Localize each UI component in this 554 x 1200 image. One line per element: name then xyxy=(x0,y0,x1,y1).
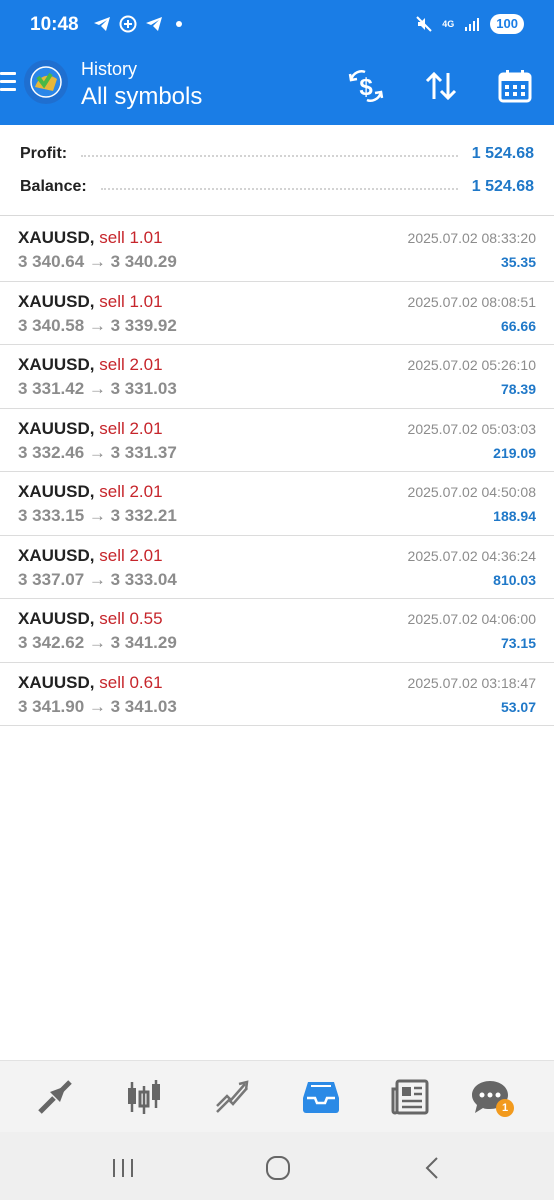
deal-row[interactable]: XAUUSD, sell 0.61 3 341.90 → 3 341.03 20… xyxy=(0,663,554,726)
deal-time: 2025.07.02 05:03:03 xyxy=(407,420,536,437)
deal-prices: 3 340.58 → 3 339.92 xyxy=(18,315,177,335)
signal-icon xyxy=(462,14,482,34)
deal-row[interactable]: XAUUSD, sell 1.01 3 340.64 → 3 340.29 20… xyxy=(0,218,554,282)
deal-prices: 3 341.90 → 3 341.03 xyxy=(18,696,177,716)
deal-profit: 188.94 xyxy=(493,508,536,524)
deal-profit: 53.07 xyxy=(500,698,536,715)
history-icon[interactable] xyxy=(301,1077,341,1117)
deal-side: sell 1.01 xyxy=(99,291,163,311)
deal-time: 2025.07.02 08:08:51 xyxy=(407,293,536,310)
system-icons: 4G 100 xyxy=(414,14,524,34)
leader-dots xyxy=(81,155,458,157)
news-icon[interactable] xyxy=(390,1077,430,1117)
deal-symbol: XAUUSD, xyxy=(18,609,95,628)
deal-time: 2025.07.02 04:06:00 xyxy=(407,611,536,627)
deal-side: sell 2.01 xyxy=(99,418,163,438)
deal-time: 2025.07.02 05:26:10 xyxy=(407,357,536,373)
sort-icon[interactable] xyxy=(421,66,461,106)
account-summary: Profit: 1 524.68 Balance: 1 524.68 xyxy=(0,125,554,216)
deal-side: sell 1.01 xyxy=(99,228,163,247)
deal-time: 2025.07.02 04:50:08 xyxy=(407,484,536,500)
vpn-icon xyxy=(118,14,138,34)
deal-row[interactable]: XAUUSD, sell 2.01 3 333.15 → 3 332.21 20… xyxy=(0,472,554,536)
deal-prices: 3 331.42 → 3 331.03 xyxy=(18,379,177,398)
balance-row: Balance: 1 524.68 xyxy=(20,175,534,199)
quotes-icon[interactable] xyxy=(35,1077,75,1117)
deal-symbol: XAUUSD, xyxy=(18,291,95,311)
deal-time: 2025.07.02 08:33:20 xyxy=(407,230,536,246)
deal-symbol: XAUUSD, xyxy=(18,672,95,692)
deal-side: sell 0.55 xyxy=(99,609,163,628)
more-notifications-dot xyxy=(176,21,182,27)
balance-label: Balance: xyxy=(20,178,87,195)
deal-time: 2025.07.02 04:36:24 xyxy=(407,547,536,564)
deal-profit: 73.15 xyxy=(500,635,536,651)
app-bar: History All symbols $ xyxy=(0,52,554,125)
deal-symbol: XAUUSD, xyxy=(18,228,95,247)
deal-profit: 78.39 xyxy=(500,381,536,397)
balance-value: 1 524.68 xyxy=(471,178,534,195)
deal-symbol: XAUUSD, xyxy=(18,545,95,565)
deal-side: sell 2.01 xyxy=(99,545,163,565)
deal-row[interactable]: XAUUSD, sell 1.01 3 340.58 → 3 339.92 20… xyxy=(0,282,554,345)
bottom-nav: 1 xyxy=(0,1060,554,1132)
deal-symbol: XAUUSD, xyxy=(18,482,95,501)
deal-profit: 219.09 xyxy=(493,444,536,461)
app-logo[interactable] xyxy=(24,60,68,104)
chat-icon[interactable]: 1 xyxy=(470,1077,514,1117)
deal-side: sell 0.61 xyxy=(99,672,163,692)
calendar-icon[interactable] xyxy=(495,66,535,106)
notification-icons xyxy=(92,14,182,34)
deal-time: 2025.07.02 03:18:47 xyxy=(407,674,536,691)
recent-apps-icon[interactable] xyxy=(108,1154,138,1182)
section-title: History xyxy=(81,59,138,79)
deal-symbol: XAUUSD, xyxy=(18,355,95,374)
deal-row[interactable]: XAUUSD, sell 2.01 3 331.42 → 3 331.03 20… xyxy=(0,345,554,409)
deal-profit: 66.66 xyxy=(500,317,536,334)
chat-badge: 1 xyxy=(496,1099,514,1117)
mute-icon xyxy=(414,14,434,34)
profit-value: 1 524.68 xyxy=(471,145,534,162)
telegram-icon xyxy=(144,14,164,34)
deal-side: sell 2.01 xyxy=(99,482,163,501)
status-time: 10:48 xyxy=(30,14,79,35)
symbol-filter[interactable]: All symbols xyxy=(81,83,202,111)
deal-profit: 810.03 xyxy=(493,571,536,588)
battery-level: 100 xyxy=(490,14,524,34)
deal-side: sell 2.01 xyxy=(99,355,163,374)
profit-row: Profit: 1 524.68 xyxy=(20,142,534,166)
deal-prices: 3 333.15 → 3 332.21 xyxy=(18,506,177,525)
deal-profit: 35.35 xyxy=(500,254,536,270)
deal-row[interactable]: XAUUSD, sell 0.55 3 342.62 → 3 341.29 20… xyxy=(0,599,554,663)
deal-prices: 3 337.07 → 3 333.04 xyxy=(18,569,177,589)
svg-text:$: $ xyxy=(359,74,373,101)
header: 10:48 4G 100 History All symbols $ xyxy=(0,0,554,125)
deal-row[interactable]: XAUUSD, sell 2.01 3 332.46 → 3 331.37 20… xyxy=(0,409,554,472)
leader-dots xyxy=(100,188,458,190)
network-type: 4G xyxy=(442,18,455,29)
deal-row[interactable]: XAUUSD, sell 2.01 3 337.07 → 3 333.04 20… xyxy=(0,536,554,599)
home-icon[interactable] xyxy=(263,1154,293,1182)
profit-label: Profit: xyxy=(20,145,68,162)
deal-symbol: XAUUSD, xyxy=(18,418,95,438)
back-icon[interactable] xyxy=(418,1154,448,1182)
system-nav xyxy=(0,1132,554,1200)
deal-prices: 3 342.62 → 3 341.29 xyxy=(18,633,177,652)
dollar-exchange-icon[interactable]: $ xyxy=(346,66,386,106)
deal-prices: 3 332.46 → 3 331.37 xyxy=(18,442,177,462)
trade-icon[interactable] xyxy=(212,1077,252,1117)
deal-prices: 3 340.64 → 3 340.29 xyxy=(18,252,177,271)
menu-icon[interactable] xyxy=(0,72,16,94)
status-bar: 10:48 4G 100 xyxy=(0,0,554,52)
chart-icon[interactable] xyxy=(124,1077,164,1117)
telegram-icon xyxy=(92,14,112,34)
